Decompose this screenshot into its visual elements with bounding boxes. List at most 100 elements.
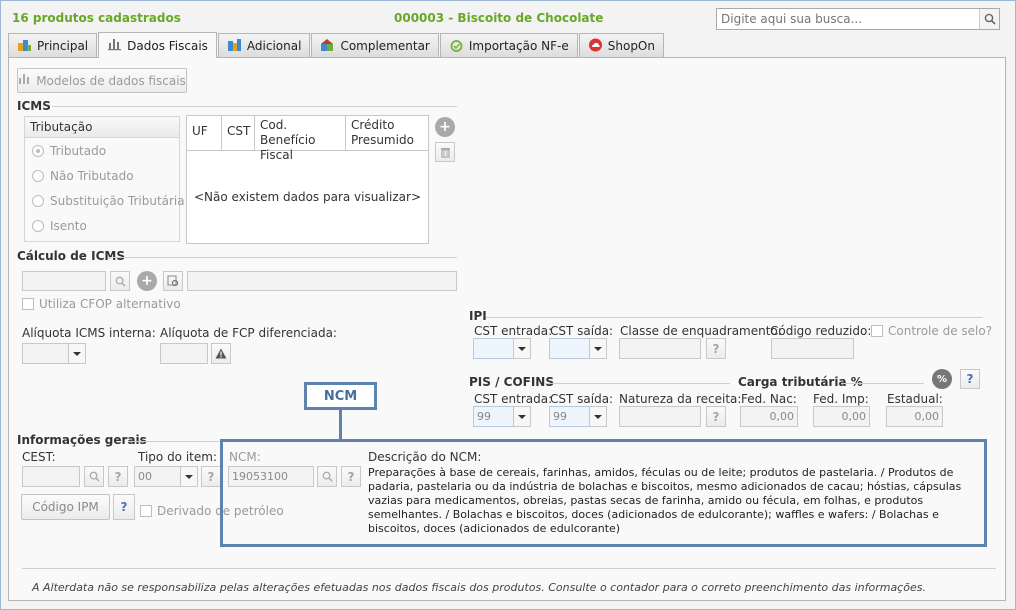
help-icon[interactable]: ?	[706, 406, 726, 427]
search-icon[interactable]	[84, 466, 104, 487]
adicional-icon	[227, 38, 242, 55]
radio-icon	[32, 220, 44, 232]
tab-bar: Principal Dados Fiscais Adicional Comple…	[8, 32, 665, 58]
tab-label: Principal	[37, 39, 89, 53]
add-icon[interactable]: +	[435, 117, 455, 137]
controle-selo-checkbox[interactable]: Controle de selo?	[871, 324, 992, 338]
modelos-dados-fiscais-button[interactable]: Modelos de dados fiscais	[17, 68, 187, 93]
ipi-cst-entrada-select[interactable]	[473, 338, 531, 359]
chevron-down-icon[interactable]	[513, 406, 531, 427]
product-count: 16 produtos cadastrados	[12, 11, 181, 25]
pis-cst-entrada-label: CST entrada:	[474, 392, 553, 406]
search-icon[interactable]	[979, 9, 999, 29]
natureza-receita-label: Natureza da receita:	[619, 392, 742, 406]
column-uf[interactable]: UF	[187, 116, 222, 150]
column-cst[interactable]: CST	[222, 116, 255, 150]
tab-complementar[interactable]: Complementar	[311, 33, 439, 58]
divider	[128, 441, 220, 442]
tab-label: Complementar	[340, 39, 430, 53]
search-input[interactable]	[717, 9, 979, 29]
search-icon[interactable]	[110, 271, 130, 291]
divider	[22, 568, 996, 569]
tipo-item-select[interactable]: 00	[134, 466, 198, 487]
tab-adicional[interactable]: Adicional	[217, 33, 311, 58]
estadual-label: Estadual:	[887, 392, 943, 406]
cfop-alternativo-checkbox[interactable]: Utiliza CFOP alternativo	[22, 297, 181, 311]
tab-dados-fiscais[interactable]: Dados Fiscais	[98, 32, 217, 58]
aliquota-fcp-field[interactable]	[160, 343, 208, 364]
ipi-section-title: IPI	[469, 309, 487, 323]
fed-imp-label: Fed. Imp:	[813, 392, 869, 406]
calculo-description-field[interactable]	[187, 271, 457, 291]
tab-label: ShopOn	[607, 39, 655, 53]
classe-enquadramento-field[interactable]	[619, 338, 701, 359]
fed-imp-field[interactable]: 0,00	[813, 406, 870, 427]
pis-cst-entrada-select[interactable]: 99	[473, 406, 531, 427]
radio-icon	[32, 195, 44, 207]
calculo-code-field[interactable]	[22, 271, 106, 291]
divider	[842, 383, 924, 384]
icms-table-header: UF CST Cod. Benefício Fiscal Crédito Pre…	[187, 116, 428, 162]
aliquota-icms-interna-select[interactable]	[22, 343, 86, 364]
help-icon[interactable]: ?	[113, 494, 135, 520]
codigo-reduzido-field[interactable]	[771, 338, 854, 359]
divider	[52, 106, 457, 107]
tributacao-title: Tributação	[30, 120, 93, 134]
chevron-down-icon[interactable]	[513, 338, 531, 359]
pis-cst-saida-select[interactable]: 99	[549, 406, 607, 427]
search-box[interactable]	[716, 8, 1000, 30]
ipi-cst-saida-select[interactable]	[549, 338, 607, 359]
fed-nac-field[interactable]: 0,00	[740, 406, 798, 427]
principal-icon	[17, 38, 32, 55]
help-icon[interactable]: ?	[108, 466, 128, 487]
complementar-icon	[320, 38, 335, 55]
checkbox-icon	[871, 325, 883, 337]
radio-substituicao-tributaria[interactable]: Substituição Tributária	[32, 194, 185, 208]
cest-label: CEST:	[22, 450, 56, 464]
checkbox-icon	[140, 505, 152, 517]
chevron-down-icon[interactable]	[589, 338, 607, 359]
divider	[108, 257, 457, 258]
cest-field[interactable]	[22, 466, 80, 487]
pis-cofins-title: PIS / COFINS	[469, 375, 554, 389]
informacoes-gerais-title: Informações gerais	[17, 433, 147, 447]
ncm-callout-label: NCM	[304, 382, 377, 410]
tab-label: Adicional	[246, 39, 302, 53]
column-cod-beneficio[interactable]: Cod. Benefício Fiscal	[255, 116, 346, 162]
calculo-icms-title: Cálculo de ICMS	[17, 249, 125, 263]
pis-cst-saida-label: CST saída:	[550, 392, 614, 406]
classe-enquadramento-label: Classe de enquadramento:	[620, 324, 782, 338]
edit-search-icon[interactable]	[163, 271, 183, 291]
tipo-item-label: Tipo do item:	[138, 450, 217, 464]
empty-table-message: <Não existem dados para visualizar>	[193, 190, 421, 204]
estadual-field[interactable]: 0,00	[886, 406, 943, 427]
natureza-receita-field[interactable]	[619, 406, 701, 427]
column-credito-presumido[interactable]: Crédito Presumido	[346, 116, 426, 150]
divider	[545, 383, 730, 384]
carga-tributaria-title: Carga tributária %	[738, 375, 863, 389]
radio-isento[interactable]: Isento	[32, 219, 87, 233]
radio-nao-tributado[interactable]: Não Tributado	[32, 169, 134, 183]
trash-icon[interactable]	[435, 142, 455, 162]
chevron-down-icon[interactable]	[68, 343, 86, 364]
icms-section-title: ICMS	[17, 99, 51, 113]
help-icon[interactable]: ?	[201, 466, 221, 487]
aliquota-fcp-label: Alíquota de FCP diferenciada:	[160, 326, 337, 340]
fiscal-chart-icon	[18, 73, 31, 88]
tab-importacao-nfe[interactable]: Importação NF-e	[439, 33, 578, 58]
tab-principal[interactable]: Principal	[8, 33, 98, 58]
warning-icon[interactable]	[211, 343, 231, 364]
chevron-down-icon[interactable]	[180, 466, 198, 487]
help-icon[interactable]: ?	[960, 369, 980, 389]
tab-label: Dados Fiscais	[127, 38, 208, 53]
codigo-ipm-button[interactable]: Código IPM	[21, 494, 110, 520]
percent-icon[interactable]: %	[932, 369, 952, 389]
footer-disclaimer: A Alterdata não se responsabiliza pelas …	[32, 581, 926, 594]
help-icon[interactable]: ?	[706, 338, 726, 359]
chevron-down-icon[interactable]	[589, 406, 607, 427]
shopon-cloud-icon	[588, 38, 603, 55]
radio-tributado[interactable]: Tributado	[32, 144, 106, 158]
add-icon[interactable]: +	[137, 271, 157, 291]
radio-selected-icon	[32, 145, 44, 157]
tab-shopon[interactable]: ShopOn	[578, 33, 664, 58]
